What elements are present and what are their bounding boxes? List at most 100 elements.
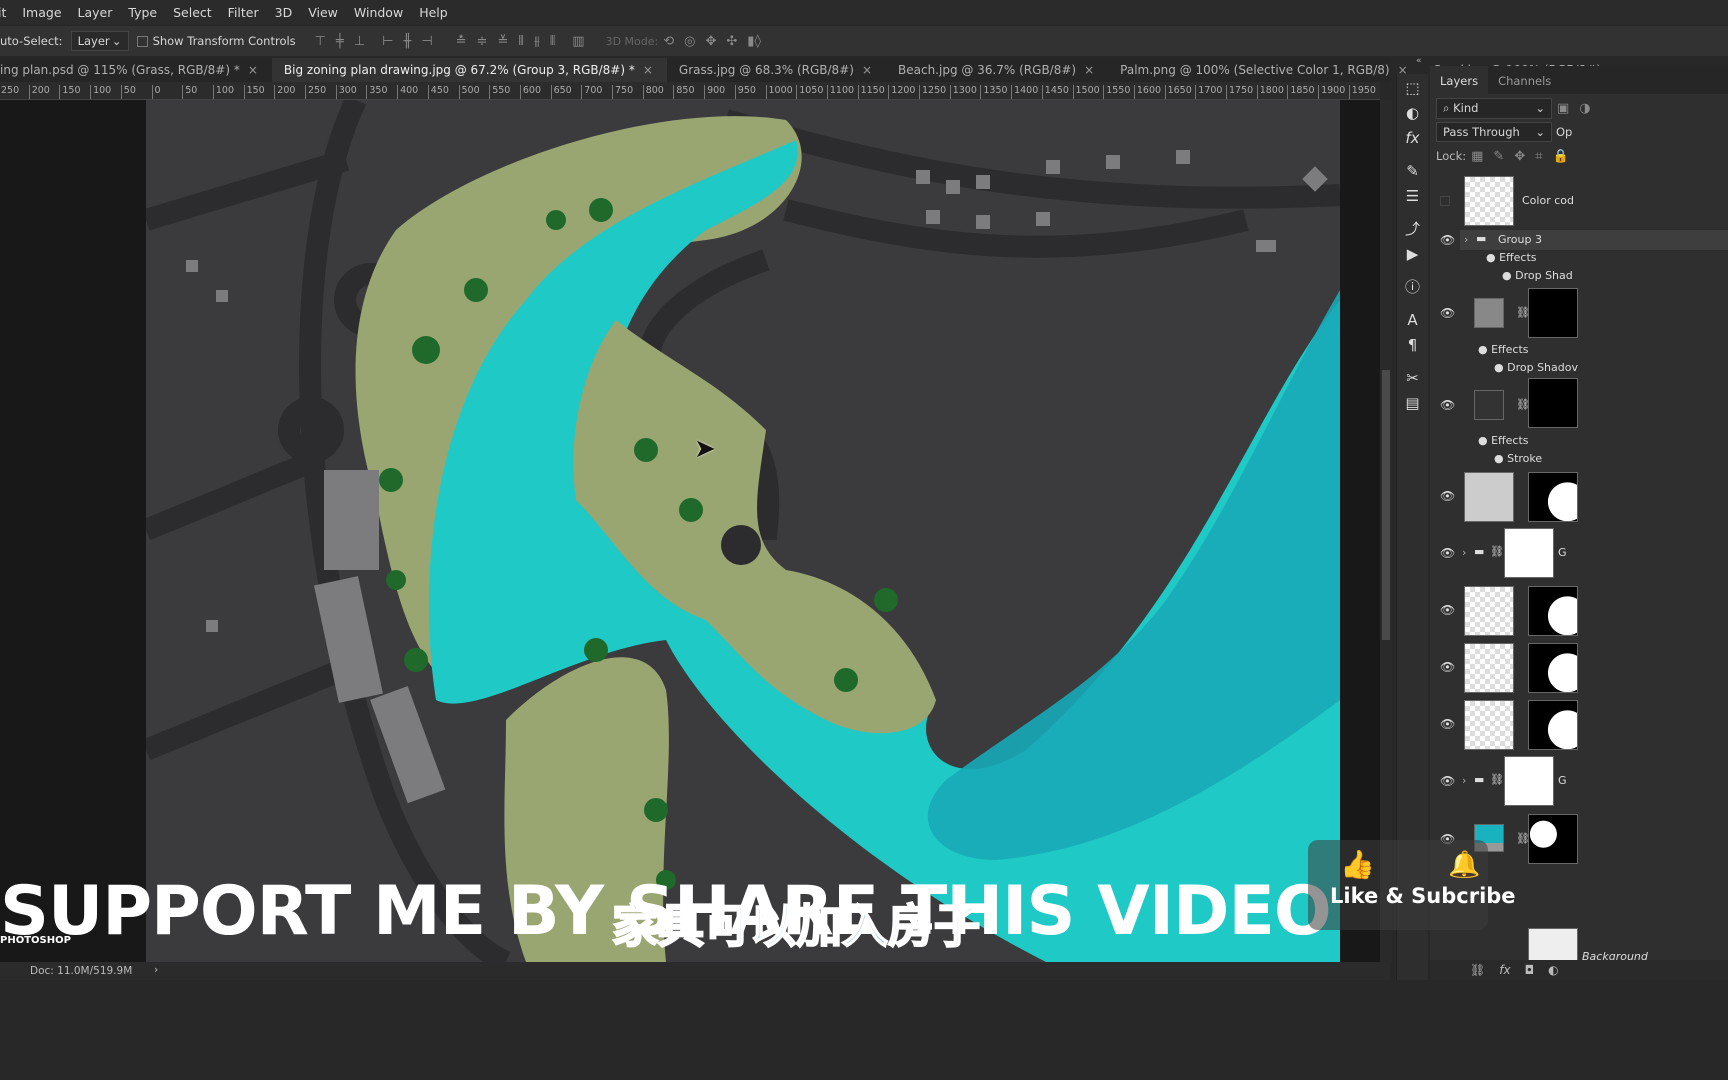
- effects-label[interactable]: ● Effects: [1478, 434, 1529, 447]
- lock-artboard-icon[interactable]: ⌗: [1535, 149, 1542, 164]
- eye-icon[interactable]: 👁: [1440, 546, 1455, 560]
- visibility-toggle[interactable]: [1440, 196, 1450, 206]
- menu-image[interactable]: Image: [22, 5, 61, 20]
- align-bottom-icon[interactable]: ⊥: [354, 34, 365, 49]
- filter-adjust-icon[interactable]: ◑: [1579, 101, 1590, 116]
- paragraph-icon[interactable]: ¶: [1397, 333, 1428, 358]
- layer-row[interactable]: Color cod: [1430, 174, 1728, 230]
- tab-channels[interactable]: Channels: [1488, 66, 1561, 94]
- menu-layer[interactable]: Layer: [78, 5, 113, 20]
- close-icon[interactable]: ×: [643, 63, 653, 77]
- align-hcenter-icon[interactable]: ╫: [403, 34, 411, 49]
- lock-label: Lock:: [1436, 149, 1467, 163]
- info-icon[interactable]: ⓘ: [1397, 275, 1428, 300]
- effect-drop-shadow[interactable]: ● Drop Shadov: [1494, 361, 1578, 374]
- auto-select-dropdown[interactable]: Layer ⌄: [70, 31, 129, 51]
- character-icon[interactable]: A: [1397, 308, 1428, 333]
- link-layers-icon[interactable]: ⛓: [1470, 963, 1485, 977]
- ruler-tick-label: 1100: [826, 85, 854, 99]
- effect-drop-shadow[interactable]: ● Drop Shad: [1502, 269, 1573, 282]
- eye-icon[interactable]: 👁: [1440, 717, 1455, 731]
- distribute-right-icon[interactable]: ⫴: [550, 34, 555, 49]
- properties-icon[interactable]: ☰: [1397, 184, 1428, 209]
- filter-image-icon[interactable]: ▣: [1557, 101, 1569, 116]
- tab-document[interactable]: Beach.jpg @ 36.7% (RGB/8#) ×: [886, 58, 1108, 82]
- menu-edit[interactable]: it: [0, 5, 6, 20]
- distribute-vcenter-icon[interactable]: ≑: [477, 34, 488, 49]
- styles-fx-icon[interactable]: fx: [1397, 126, 1428, 151]
- 3d-scale-icon[interactable]: ▮◊: [747, 34, 761, 49]
- menu-view[interactable]: View: [308, 5, 338, 20]
- lock-all-icon[interactable]: 🔒: [1553, 149, 1569, 164]
- ruler-tick-label: 400: [397, 85, 418, 99]
- layer-mask-thumbnail: [1528, 814, 1578, 864]
- eye-icon[interactable]: 👁: [1440, 306, 1455, 320]
- eye-icon[interactable]: 👁: [1440, 603, 1455, 617]
- align-right-icon[interactable]: ⊣: [421, 34, 432, 49]
- kind-filter-dropdown[interactable]: ⌕ Kind ⌄: [1436, 97, 1552, 119]
- tab-document[interactable]: ing plan.psd @ 115% (Grass, RGB/8#) * ×: [0, 58, 272, 82]
- distribute-bottom-icon[interactable]: ≚: [497, 34, 508, 49]
- horizontal-ruler[interactable]: 250 200 150 100 50 0 50 100 150 200 250 300 350 400 45…: [0, 82, 1380, 100]
- menu-3d[interactable]: 3D: [275, 5, 293, 20]
- status-arrow-icon[interactable]: ›: [154, 964, 158, 976]
- actions-play-icon[interactable]: ▶: [1397, 242, 1428, 267]
- effects-label[interactable]: ● Effects: [1478, 343, 1529, 356]
- eye-icon[interactable]: 👁: [1440, 233, 1455, 247]
- menu-window[interactable]: Window: [354, 5, 403, 20]
- blend-mode-dropdown[interactable]: Pass Through ⌄: [1436, 122, 1552, 142]
- lock-transparency-icon[interactable]: ▦: [1471, 149, 1483, 164]
- tab-document[interactable]: Big zoning plan drawing.jpg @ 67.2% (Gro…: [271, 58, 667, 82]
- 3d-orbit-icon[interactable]: ⟲: [663, 34, 674, 49]
- menu-filter[interactable]: Filter: [228, 5, 259, 20]
- distribute-hcenter-icon[interactable]: ⫵: [534, 34, 540, 49]
- add-mask-icon[interactable]: ◘: [1525, 963, 1535, 977]
- distribute-top-icon[interactable]: ≛: [456, 34, 467, 49]
- scrollbar-thumb[interactable]: [1382, 370, 1390, 640]
- 3d-panel-icon[interactable]: ⬚: [1397, 76, 1428, 101]
- 3d-pan-icon[interactable]: ✥: [705, 34, 716, 49]
- close-icon[interactable]: ×: [1084, 63, 1094, 77]
- close-icon[interactable]: ×: [248, 63, 258, 77]
- 3d-slide-icon[interactable]: ✣: [726, 34, 737, 49]
- document-canvas-image[interactable]: [146, 100, 1340, 962]
- tool-presets-icon[interactable]: ✂: [1397, 366, 1428, 391]
- panel-collapse-icon[interactable]: «: [1416, 56, 1422, 66]
- tab-document[interactable]: Palm.png @ 100% (Selective Color 1, RGB/…: [1108, 58, 1422, 82]
- eye-icon[interactable]: 👁: [1440, 660, 1455, 674]
- effect-stroke[interactable]: ● Stroke: [1494, 452, 1542, 465]
- align-vcenter-icon[interactable]: ╪: [336, 34, 344, 49]
- menu-type[interactable]: Type: [128, 5, 157, 20]
- layer-row-selected[interactable]: › ▬ Group 3: [1460, 230, 1728, 250]
- new-adjustment-icon[interactable]: ◐: [1548, 963, 1558, 977]
- close-icon[interactable]: ×: [862, 63, 872, 77]
- expand-chevron-icon[interactable]: ›: [1464, 233, 1468, 246]
- show-transform-checkbox[interactable]: [136, 35, 148, 47]
- effects-label[interactable]: ● Effects: [1486, 251, 1537, 264]
- tab-layers[interactable]: Layers: [1430, 66, 1489, 94]
- lock-position-icon[interactable]: ✥: [1514, 149, 1525, 164]
- menu-select[interactable]: Select: [173, 5, 212, 20]
- 3d-roll-icon[interactable]: ◎: [684, 34, 695, 49]
- align-left-icon[interactable]: ⊢: [382, 34, 393, 49]
- expand-chevron-icon[interactable]: ›: [1462, 546, 1466, 559]
- tab-document[interactable]: Grass.jpg @ 68.3% (RGB/8#) ×: [667, 58, 886, 82]
- layer-mask-thumbnail: [1528, 586, 1578, 636]
- menu-help[interactable]: Help: [419, 5, 448, 20]
- add-style-icon[interactable]: fx: [1499, 963, 1510, 977]
- eye-icon[interactable]: 👁: [1440, 489, 1455, 503]
- ruler-tick-label: 1000: [765, 85, 793, 99]
- eye-icon[interactable]: 👁: [1440, 774, 1455, 788]
- history-icon[interactable]: ⤴: [1397, 217, 1428, 242]
- distribute-left-icon[interactable]: ⫴: [518, 34, 523, 49]
- align-top-icon[interactable]: ⊤: [315, 34, 326, 49]
- lock-pixels-icon[interactable]: ✎: [1493, 149, 1504, 164]
- brush-settings-icon[interactable]: ✎: [1397, 159, 1428, 184]
- auto-align-icon[interactable]: ▥: [572, 34, 584, 49]
- bell-icon[interactable]: 🔔: [1448, 850, 1480, 880]
- thumbs-up-icon[interactable]: 👍: [1340, 848, 1375, 881]
- adjustments-icon[interactable]: ◐: [1397, 101, 1428, 126]
- eye-icon[interactable]: 👁: [1440, 398, 1455, 412]
- expand-chevron-icon[interactable]: ›: [1462, 774, 1466, 787]
- layers-panel-icon[interactable]: ▤: [1397, 391, 1428, 416]
